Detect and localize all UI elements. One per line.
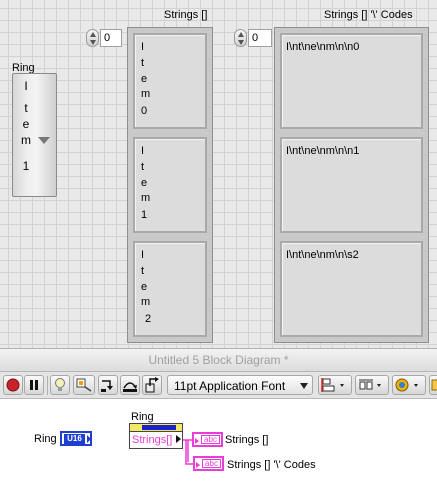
abort-button[interactable] xyxy=(3,375,23,395)
font-selector-label: 11pt Application Font xyxy=(174,379,286,393)
element-text: I\nt\ne\nm\n\n0 xyxy=(286,41,360,53)
ring-terminal-label: Ring xyxy=(34,433,57,445)
codes-array-element[interactable]: I\nt\ne\nm\n\n1 xyxy=(280,137,423,233)
strings-array-element[interactable]: I t e m 1 xyxy=(133,137,207,233)
codes-array-element[interactable]: I\nt\ne\nm\n\n0 xyxy=(280,33,423,129)
string-type-badge: abc xyxy=(202,459,221,468)
property-node[interactable]: Strings[] xyxy=(129,423,183,449)
element-char: I xyxy=(141,145,145,157)
strings-array-label: Strings [] xyxy=(164,9,208,21)
terminal-arrow-icon xyxy=(87,435,91,443)
codes-indicator-terminal[interactable]: abc xyxy=(193,456,224,471)
strings-array-element[interactable]: I t e m 2 xyxy=(133,241,207,337)
element-char: m xyxy=(141,88,151,100)
ring-value-char: 1 xyxy=(22,159,30,173)
terminal-arrow-icon xyxy=(196,462,200,468)
u16-type-badge: U16 xyxy=(64,434,85,444)
ring-value-char: e xyxy=(22,117,30,131)
ring-terminal[interactable]: U16 xyxy=(60,431,92,446)
element-char: e xyxy=(141,281,148,293)
element-char: m xyxy=(141,192,151,204)
element-char: e xyxy=(141,73,148,85)
terminal-arrow-icon xyxy=(195,438,199,444)
retain-wire-values-button[interactable] xyxy=(73,375,95,395)
pause-button[interactable] xyxy=(24,375,44,395)
element-char: t xyxy=(141,57,145,69)
front-panel: Ring I t e m 1 Strings [] 0 I t e m 0 I … xyxy=(0,0,437,348)
abort-icon xyxy=(6,378,20,392)
property-node-header xyxy=(130,424,182,432)
pause-icon xyxy=(30,380,38,390)
element-char: e xyxy=(141,177,148,189)
strings-array-frame: I t e m 0 I t e m 1 I t e m 2 xyxy=(127,27,213,343)
highlight-execution-button[interactable] xyxy=(50,375,70,395)
block-diagram-window-title: Untitled 5 Block Diagram * xyxy=(0,348,437,372)
step-into-icon xyxy=(101,380,113,392)
ring-value-char: I xyxy=(24,79,28,93)
codes-array-label: Strings [] '\' Codes xyxy=(324,9,413,21)
probe-icon xyxy=(76,378,92,392)
step-over-icon xyxy=(123,382,137,392)
property-name: Strings[] xyxy=(132,434,173,446)
element-char: I xyxy=(141,41,145,53)
ring-dropdown-arrow-icon[interactable] xyxy=(38,137,50,144)
lightbulb-icon xyxy=(55,378,65,391)
element-char: t xyxy=(141,161,145,173)
ring-control[interactable]: I t e m 1 xyxy=(12,73,57,197)
string-type-badge: abc xyxy=(201,435,220,444)
property-output-arrow-icon xyxy=(176,435,181,443)
strings-indicator-terminal[interactable]: abc xyxy=(192,432,223,447)
step-out-button[interactable] xyxy=(142,375,162,395)
chevron-down-icon xyxy=(300,383,308,389)
distribute-objects-button[interactable] xyxy=(355,375,389,395)
index-spinner-icon[interactable] xyxy=(234,29,247,47)
reorder-button[interactable] xyxy=(392,375,426,395)
element-char: 2 xyxy=(145,313,152,325)
distribute-icon xyxy=(359,379,381,390)
block-diagram-canvas: Ring U16 Ring Strings[] abc Strings [] a… xyxy=(0,400,437,499)
index-value[interactable]: 0 xyxy=(248,29,272,47)
element-char: 0 xyxy=(141,105,148,117)
cleanup-diagram-button[interactable] xyxy=(429,375,437,395)
element-text: I\nt\ne\nm\n\n1 xyxy=(286,145,360,157)
element-char: I xyxy=(141,249,145,261)
step-over-button[interactable] xyxy=(120,375,140,395)
ring-value-char: t xyxy=(24,101,28,115)
element-char: 1 xyxy=(141,209,148,221)
block-diagram-toolbar: 11pt Application Font xyxy=(0,372,437,399)
text-settings-dropdown[interactable]: 11pt Application Font xyxy=(167,375,313,395)
strings-indicator-label: Strings [] xyxy=(225,434,269,446)
element-char: m xyxy=(141,296,151,308)
codes-array-element[interactable]: I\nt\ne\nm\n\s2 xyxy=(280,241,423,337)
align-icon xyxy=(321,378,344,392)
cleanup-icon xyxy=(431,379,437,391)
wires xyxy=(180,439,193,465)
align-objects-button[interactable] xyxy=(318,375,352,395)
property-node-label: Ring xyxy=(131,411,154,423)
ring-value-char: m xyxy=(21,133,31,147)
element-char: t xyxy=(141,265,145,277)
step-into-button[interactable] xyxy=(98,375,118,395)
reorder-icon xyxy=(395,378,418,392)
step-out-icon xyxy=(145,377,159,393)
index-spinner-icon[interactable] xyxy=(86,29,99,47)
strings-array-element[interactable]: I t e m 0 xyxy=(133,33,207,129)
toolbar-separator xyxy=(47,376,48,395)
index-value[interactable]: 0 xyxy=(100,29,122,47)
element-text: I\nt\ne\nm\n\s2 xyxy=(286,249,359,261)
codes-indicator-label: Strings [] '\' Codes xyxy=(227,459,316,471)
codes-array-frame: I\nt\ne\nm\n\n0 I\nt\ne\nm\n\n1 I\nt\ne\… xyxy=(274,27,429,343)
